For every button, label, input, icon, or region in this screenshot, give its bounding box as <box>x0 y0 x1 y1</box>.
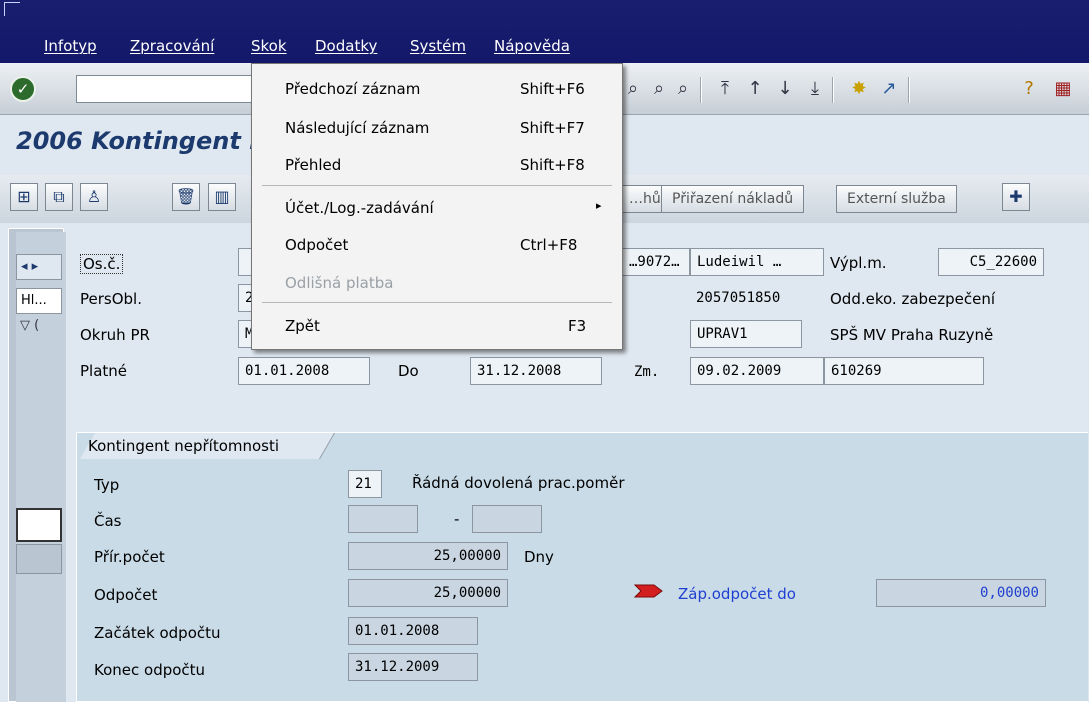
zm-label: Zm. <box>634 364 660 380</box>
find-icon[interactable]: ⌕ <box>622 78 644 100</box>
platne-label: Platné <box>80 362 128 380</box>
last-page-icon[interactable]: ⤓ <box>804 78 826 100</box>
shortcut-icon[interactable]: ↗ <box>878 78 900 100</box>
group-title: Kontingent nepřítomnosti <box>88 437 280 455</box>
zap-odpocet-link[interactable]: Záp.odpočet do <box>678 585 796 603</box>
zm-date: 09.02.2009 <box>690 357 824 385</box>
typ-code: 21 <box>348 470 382 498</box>
okruh-text: SPŠ MV Praha Ruzyně <box>830 326 994 344</box>
menu-item-deduction[interactable]: Odpočet <box>285 236 348 254</box>
menu-item-previous-record[interactable]: Předchozí záznam <box>285 80 420 98</box>
konec-value: 31.12.2009 <box>348 653 478 681</box>
osc-value: …9072… <box>622 248 690 276</box>
zacatek-value: 01.01.2008 <box>348 617 478 645</box>
delete-icon[interactable]: 🗑 <box>172 183 200 211</box>
prir-value: 25,00000 <box>348 542 508 570</box>
zacatek-label: Začátek odpočtu <box>94 624 221 642</box>
quota-group-box <box>76 432 1088 702</box>
okruh-value: M <box>238 320 252 348</box>
toolbar-separator <box>832 77 834 103</box>
menu-bar: Infotyp Zpracování Skok Dodatky Systém N… <box>0 0 1089 63</box>
nav-panel-scroll[interactable] <box>16 544 62 574</box>
okruh-label: Okruh PR <box>80 326 150 344</box>
cas-label: Čas <box>94 512 122 530</box>
konec-label: Konec odpočtu <box>94 661 206 679</box>
zm-user: 610269 <box>824 357 984 385</box>
external-service-button[interactable]: Externí služba <box>836 185 957 213</box>
window-menu-icon[interactable] <box>4 2 20 16</box>
osc-field[interactable] <box>238 248 252 276</box>
help-icon[interactable]: ? <box>1018 78 1040 100</box>
persobl-text: Odd.eko. zabezpečení <box>830 290 996 308</box>
prir-unit: Dny <box>524 548 554 566</box>
shortcut-back: F3 <box>568 317 587 335</box>
overview-icon[interactable]: ▥ <box>208 183 236 211</box>
do-label: Do <box>398 362 419 380</box>
submenu-arrow-icon: ▸ <box>596 199 602 212</box>
assignment-costs-button[interactable]: Přiřazení nákladů <box>661 185 805 213</box>
shortcut-deduction: Ctrl+F8 <box>520 236 578 254</box>
okruh-code: UPRAV1 <box>690 320 802 348</box>
shortcut-overview: Shift+F8 <box>520 156 585 174</box>
menu-separator <box>262 302 612 303</box>
cas-to <box>472 505 542 533</box>
nav-arrows-icon[interactable]: ◂ ▸ <box>16 254 62 280</box>
platne-to: 31.12.2008 <box>470 357 602 385</box>
cas-separator: - <box>454 510 460 528</box>
menu-dodatky[interactable]: Dodatky <box>315 37 377 55</box>
next-page-icon[interactable]: ↓ <box>774 78 796 100</box>
typ-label: Typ <box>94 476 120 494</box>
osc-label: Os.č. <box>80 254 124 274</box>
find-next-icon[interactable]: ⌕ <box>648 78 670 100</box>
nav-panel-box[interactable] <box>16 508 62 542</box>
find-more-icon[interactable]: ⌕ <box>672 78 694 100</box>
layout-menu-icon[interactable]: ▦ <box>1052 78 1074 100</box>
zap-value: 0,00000 <box>876 579 1046 607</box>
person-search-icon[interactable]: ♙ <box>80 183 108 211</box>
nav-tab[interactable]: Hl... <box>16 288 62 314</box>
odpocet-value: 25,00000 <box>348 579 508 607</box>
vyplm-value: C5_22600 <box>938 248 1044 276</box>
new-session-icon[interactable]: ✸ <box>848 78 870 100</box>
other-record-icon[interactable]: ⊞ <box>10 183 38 211</box>
tree-collapse-icon[interactable]: ▽ ( <box>20 318 39 333</box>
copy-record-icon[interactable]: ⧉ <box>45 183 73 211</box>
persobl-value: 2 <box>238 284 252 312</box>
platne-from: 01.01.2008 <box>238 357 370 385</box>
shortcut-next-record: Shift+F7 <box>520 119 585 137</box>
skok-dropdown-menu: Předchozí záznam Shift+F6 Následující zá… <box>251 63 623 350</box>
menu-zpracovani[interactable]: Zpracování <box>130 37 214 55</box>
menu-skok[interactable]: Skok <box>251 37 287 55</box>
menu-separator <box>262 185 612 186</box>
menu-item-accounting[interactable]: Účet./Log.-zadávání <box>285 199 434 217</box>
extra-icon[interactable]: ✚ <box>1002 183 1030 211</box>
vyplm-label: Výpl.m. <box>830 254 887 272</box>
first-page-icon[interactable]: ⤒ <box>714 78 736 100</box>
odpocet-label: Odpočet <box>94 586 158 604</box>
shortcut-previous-record: Shift+F6 <box>520 80 585 98</box>
cas-from <box>348 505 418 533</box>
prir-label: Přír.počet <box>94 548 165 566</box>
menu-infotyp[interactable]: Infotyp <box>44 37 97 55</box>
menu-item-next-record[interactable]: Následující záznam <box>285 119 429 137</box>
toolbar-separator <box>908 77 910 103</box>
command-field[interactable] <box>76 75 256 103</box>
menu-napoveda[interactable]: Nápověda <box>494 37 570 55</box>
toolbar-separator <box>700 77 702 103</box>
menu-item-back[interactable]: Zpět <box>285 317 320 335</box>
persobl-code: 2057051850 <box>696 290 781 306</box>
enter-icon[interactable]: ✓ <box>10 76 36 102</box>
typ-text: Řádná dovolená prac.poměr <box>412 474 625 492</box>
left-navigation-inner: ◂ ▸ Hl... ▽ ( <box>16 232 66 702</box>
previous-page-icon[interactable]: ↑ <box>744 78 766 100</box>
menu-system[interactable]: Systém <box>410 37 466 55</box>
menu-item-different-payment: Odlišná platba <box>285 274 394 292</box>
menu-item-overview[interactable]: Přehled <box>285 156 341 174</box>
employee-name: Ludeiwil … <box>690 248 824 276</box>
persobl-label: PersObl. <box>80 290 142 308</box>
arrow-right-icon[interactable] <box>633 582 664 600</box>
